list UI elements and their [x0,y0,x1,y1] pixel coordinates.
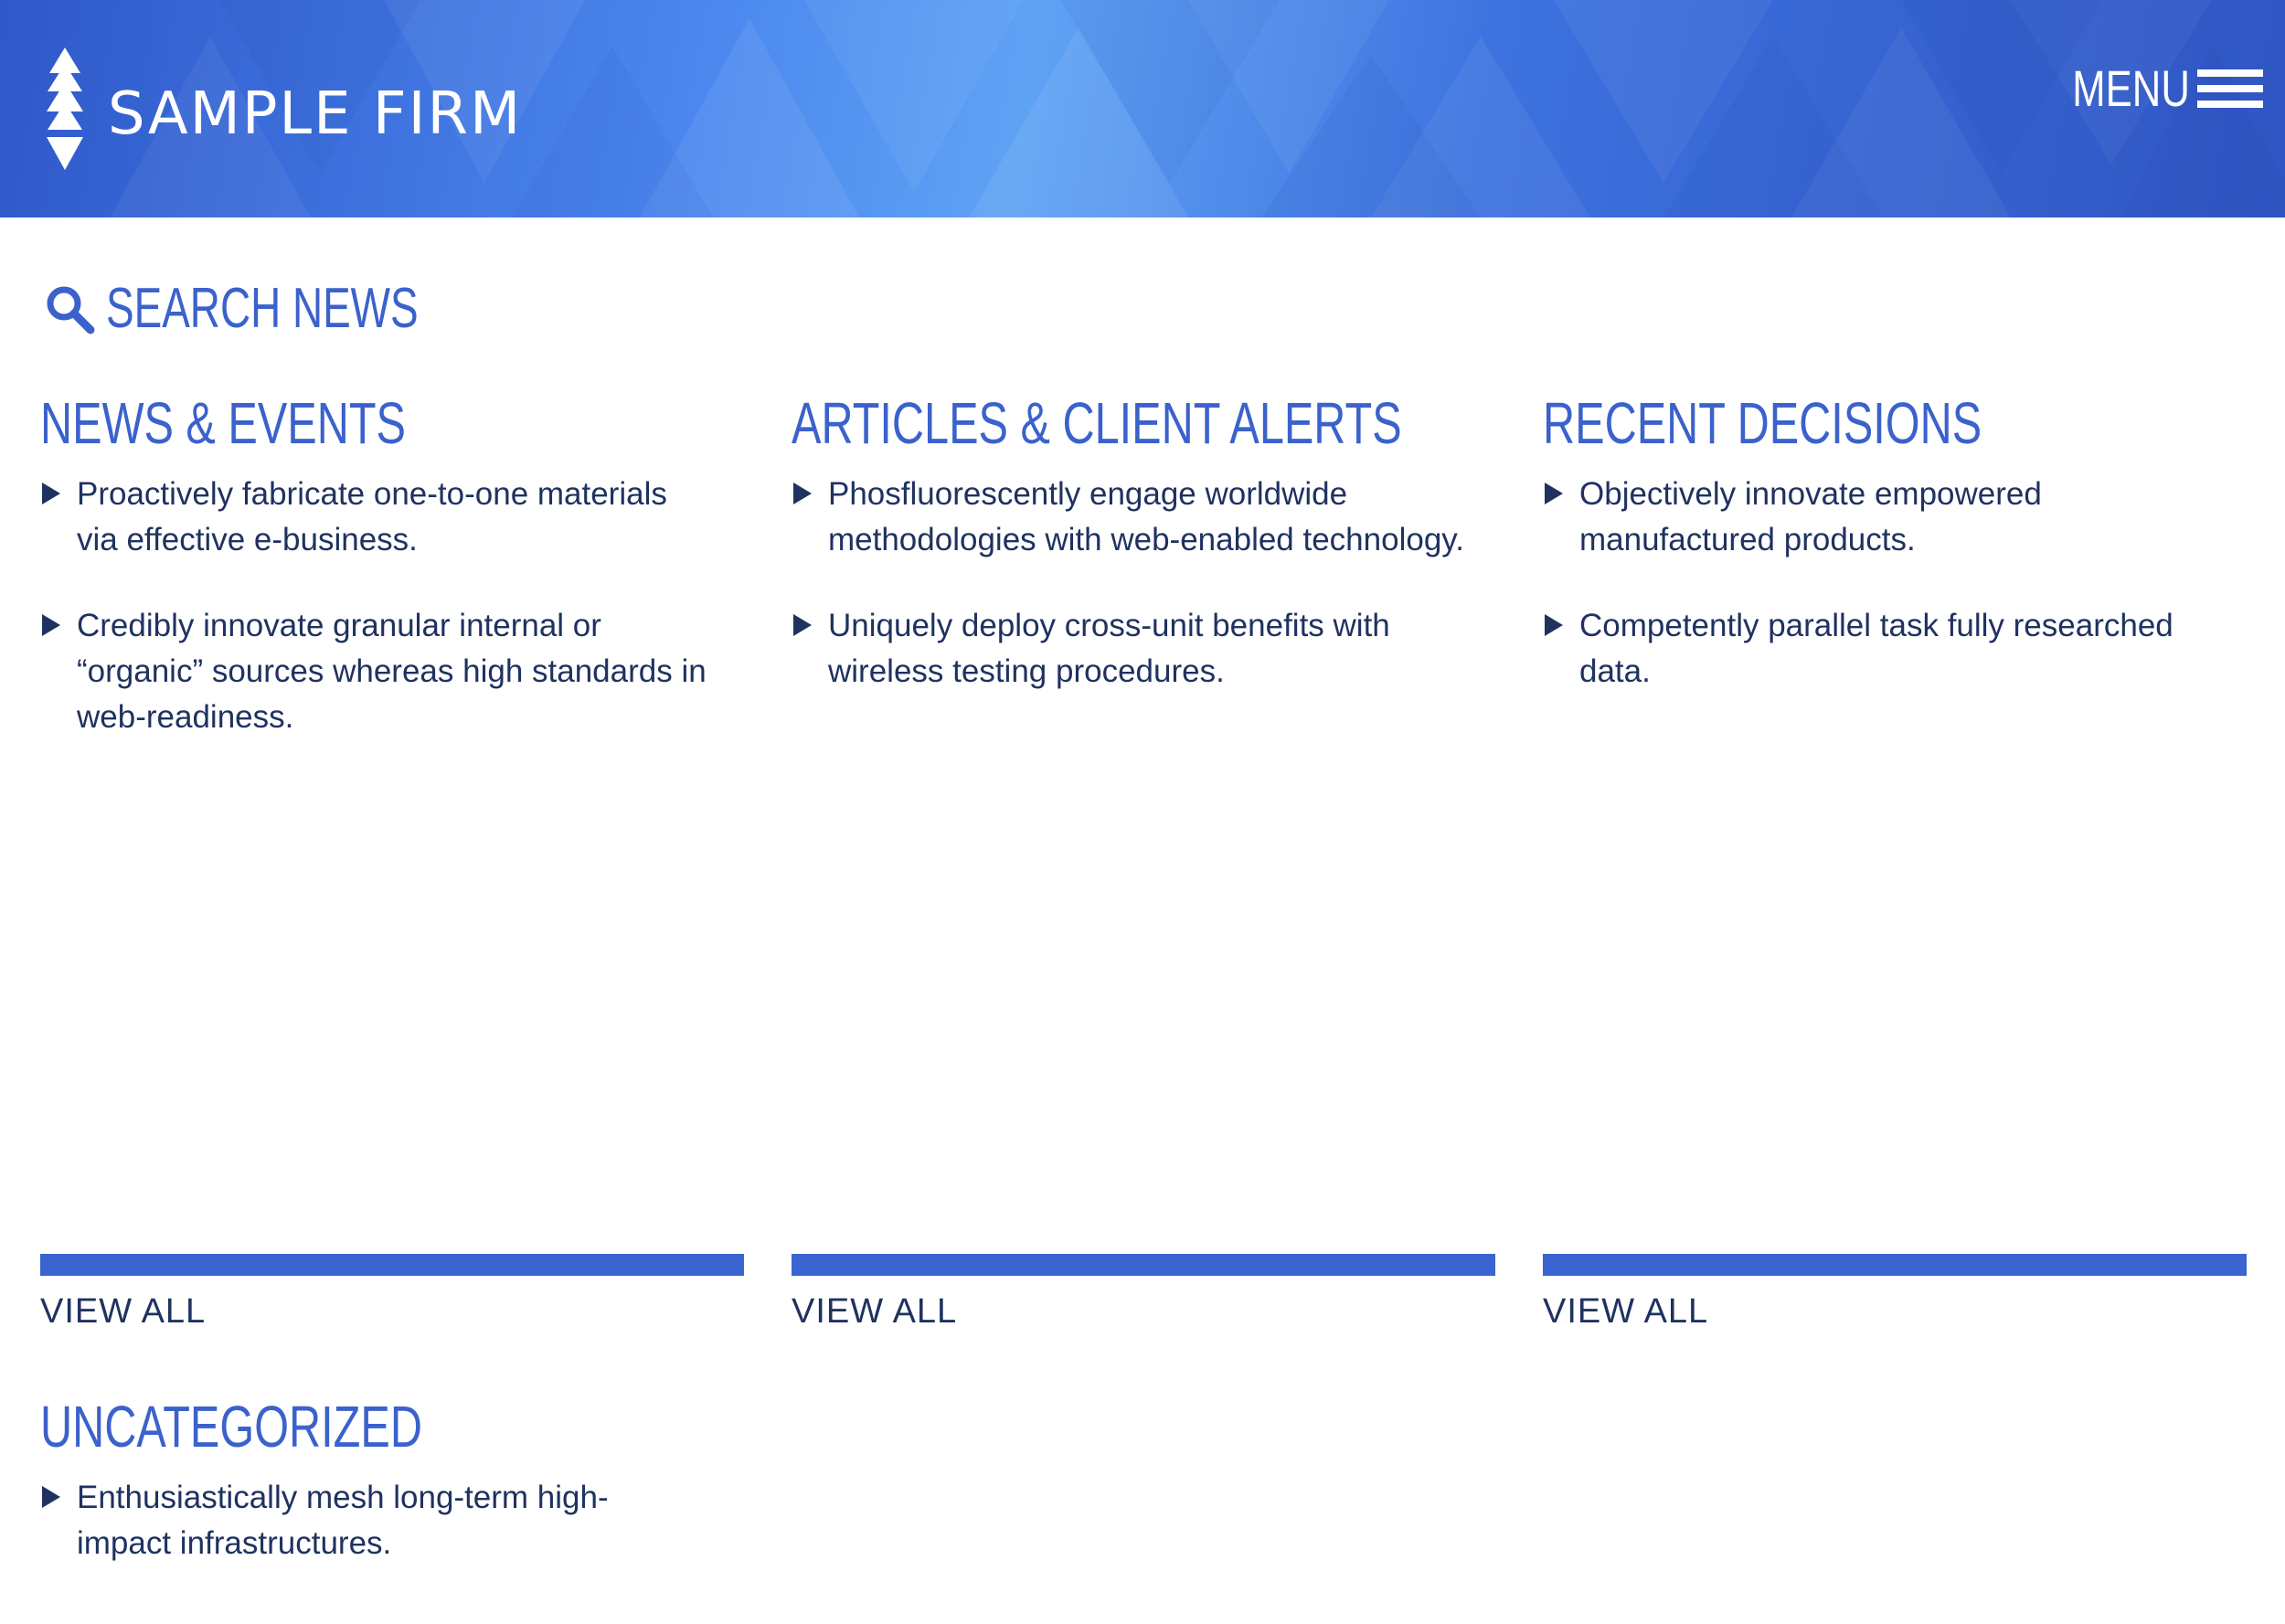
menu-label: MENU [2072,59,2190,117]
search-news-link[interactable]: SEARCH NEWS [44,276,528,341]
section-title: UNCATEGORIZED [40,1394,422,1459]
list-item: Uniquely deploy cross-unit benefits with… [792,603,1468,695]
site-header: SAMPLE FIRM MENU [0,0,2285,218]
section-list: Enthusiastically mesh long-term high-imp… [40,1475,744,1566]
article-link[interactable]: Uniquely deploy cross-unit benefits with… [828,608,1390,689]
section-title: ARTICLES & CLIENT ALERTS [792,390,1402,456]
article-link[interactable]: Credibly innovate granular internal or “… [77,608,707,735]
section-list: Proactively fabricate one-to-one materia… [40,472,744,740]
article-link[interactable]: Phosfluorescently engage worldwide metho… [828,476,1464,557]
search-icon [47,286,95,334]
article-link[interactable]: Objectively innovate empowered manufactu… [1579,476,2042,557]
hamburger-icon [2197,69,2263,108]
section-divider-bar [1543,1254,2247,1276]
section-divider-bar [792,1254,1495,1276]
brand-name: SAMPLE FIRM [108,80,523,148]
list-item: Credibly innovate granular internal or “… [40,603,717,740]
site-logo[interactable]: SAMPLE FIRM [42,48,522,170]
article-link[interactable]: Competently parallel task fully research… [1579,608,2173,689]
section-list: Objectively innovate empowered manufactu… [1543,472,2247,695]
section-uncategorized: UNCATEGORIZED Enthusiastically mesh long… [40,1395,744,1607]
view-all-decisions-link[interactable]: VIEW ALL [1543,1292,1708,1332]
triangle-bullet-icon [42,1486,60,1508]
section-divider-bar [40,1254,744,1276]
list-item: Competently parallel task fully research… [1543,603,2219,695]
tree-logo-icon [47,48,83,170]
article-link[interactable]: Enthusiastically mesh long-term high-imp… [77,1480,609,1561]
article-link[interactable]: Proactively fabricate one-to-one materia… [77,476,667,557]
section-list: Phosfluorescently engage worldwide metho… [792,472,1495,695]
triangle-bullet-icon [1545,483,1563,504]
triangle-bullet-icon [42,483,60,504]
triangle-bullet-icon [793,483,812,504]
section-news-events: NEWS & EVENTS Proactively fabricate one-… [40,391,744,780]
view-all-news-events-link[interactable]: VIEW ALL [40,1292,206,1332]
triangle-bullet-icon [1545,614,1563,636]
menu-button[interactable]: MENU [2039,58,2263,118]
list-item: Objectively innovate empowered manufactu… [1543,472,2219,563]
list-item: Enthusiastically mesh long-term high-imp… [40,1475,680,1566]
view-all-articles-link[interactable]: VIEW ALL [792,1292,957,1332]
section-title: RECENT DECISIONS [1543,390,1982,456]
triangle-bullet-icon [793,614,812,636]
list-item: Phosfluorescently engage worldwide metho… [792,472,1468,563]
section-recent-decisions: RECENT DECISIONS Objectively innovate em… [1543,391,2247,735]
section-title: NEWS & EVENTS [40,390,406,456]
triangle-bullet-icon [42,614,60,636]
list-item: Proactively fabricate one-to-one materia… [40,472,717,563]
section-articles-client-alerts: ARTICLES & CLIENT ALERTS Phosfluorescent… [792,391,1495,735]
search-news-label: SEARCH NEWS [106,277,419,340]
